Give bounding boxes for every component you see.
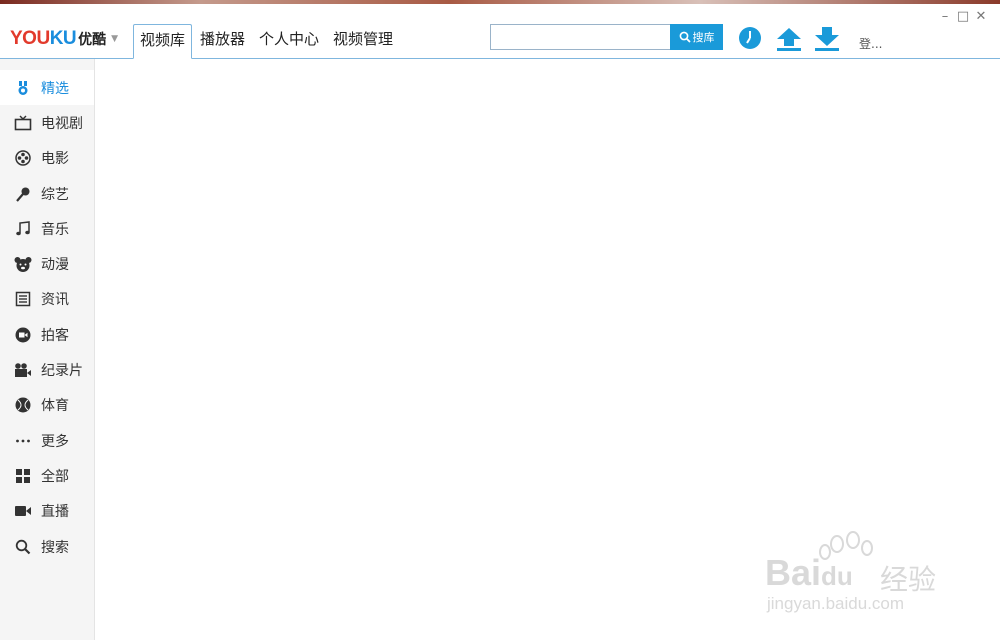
music-note-icon bbox=[13, 219, 33, 239]
watermark-url: jingyan.baidu.com bbox=[767, 594, 905, 613]
download-arrow-icon[interactable] bbox=[814, 26, 840, 56]
sidebar-item-all[interactable]: 全部 bbox=[0, 458, 94, 493]
sidebar-item-news[interactable]: 资讯 bbox=[0, 282, 94, 317]
search-icon bbox=[679, 31, 691, 43]
header-bar: YOUKU 优酷 ▼ 视频库 播放器 个人中心 视频管理 搜库 登... – □… bbox=[0, 4, 1000, 59]
sidebar-item-label: 资讯 bbox=[41, 292, 69, 309]
sidebar-item-tv-series[interactable]: 电视剧 bbox=[0, 105, 94, 140]
medal-icon bbox=[13, 78, 33, 98]
baidu-jingyan-watermark: Baidu 经验 jingyan.baidu.com bbox=[765, 530, 955, 620]
search-box: 搜库 bbox=[490, 24, 723, 50]
search-button-label: 搜库 bbox=[692, 31, 715, 44]
watermark-brand: Baidu bbox=[765, 552, 853, 593]
sidebar-item-more[interactable]: 更多 bbox=[0, 423, 94, 458]
window-controls: – □ ✕ bbox=[936, 10, 990, 24]
tab-video-management[interactable]: 视频管理 bbox=[327, 24, 399, 56]
sidebar-item-label: 纪录片 bbox=[41, 363, 83, 380]
sidebar-item-label: 搜索 bbox=[41, 539, 69, 556]
tab-player[interactable]: 播放器 bbox=[194, 24, 251, 56]
ball-icon bbox=[13, 395, 33, 415]
sidebar-item-label: 电影 bbox=[41, 151, 69, 168]
sidebar-item-label: 电视剧 bbox=[41, 115, 83, 132]
maximize-icon[interactable]: □ bbox=[954, 10, 972, 24]
main-nav: 视频库 播放器 个人中心 视频管理 bbox=[133, 24, 401, 59]
sidebar-item-label: 拍客 bbox=[41, 327, 69, 344]
sidebar-item-variety[interactable]: 综艺 bbox=[0, 176, 94, 211]
more-dots-icon bbox=[13, 431, 33, 451]
search-button[interactable]: 搜库 bbox=[670, 24, 723, 50]
sidebar-item-music[interactable]: 音乐 bbox=[0, 211, 94, 246]
chevron-down-icon[interactable]: ▼ bbox=[111, 34, 118, 44]
sidebar-item-featured[interactable]: 精选 bbox=[0, 70, 94, 106]
tab-video-library[interactable]: 视频库 bbox=[133, 24, 193, 59]
sidebar-item-search[interactable]: 搜索 bbox=[0, 529, 94, 564]
login-link[interactable]: 登... bbox=[859, 35, 882, 52]
bear-face-icon bbox=[13, 254, 33, 274]
clock-icon[interactable] bbox=[738, 26, 762, 54]
sidebar-item-label: 全部 bbox=[41, 468, 69, 485]
sidebar-item-paike[interactable]: 拍客 bbox=[0, 317, 94, 352]
sidebar-item-label: 音乐 bbox=[41, 221, 69, 238]
search-input[interactable] bbox=[490, 24, 670, 50]
sidebar-item-documentary[interactable]: 纪录片 bbox=[0, 352, 94, 387]
sidebar: 精选 电视剧 电影 综艺 音乐 动漫 资讯 拍客 纪录片 体育 更多 全部 直播… bbox=[0, 59, 95, 640]
sidebar-item-label: 动漫 bbox=[41, 257, 69, 274]
grid-icon bbox=[13, 466, 33, 486]
sidebar-item-label: 精选 bbox=[41, 80, 69, 97]
sidebar-item-label: 更多 bbox=[41, 433, 69, 450]
upload-arrow-icon[interactable] bbox=[776, 26, 802, 56]
youku-logo[interactable]: YOUKU 优酷 ▼ bbox=[10, 27, 118, 51]
search-icon bbox=[13, 537, 33, 557]
sidebar-item-label: 综艺 bbox=[41, 186, 69, 203]
logo-cn-text: 优酷 bbox=[78, 32, 107, 48]
tv-icon bbox=[13, 113, 33, 133]
movie-camera-icon bbox=[13, 360, 33, 380]
film-reel-icon bbox=[13, 148, 33, 168]
close-icon[interactable]: ✕ bbox=[972, 10, 990, 24]
tab-personal-center[interactable]: 个人中心 bbox=[253, 24, 325, 56]
watermark-cn: 经验 bbox=[880, 563, 937, 596]
sidebar-item-anime[interactable]: 动漫 bbox=[0, 246, 94, 281]
sidebar-item-sports[interactable]: 体育 bbox=[0, 388, 94, 423]
sidebar-item-live[interactable]: 直播 bbox=[0, 494, 94, 529]
newspaper-icon bbox=[13, 289, 33, 309]
sidebar-item-label: 直播 bbox=[41, 504, 69, 521]
microphone-icon bbox=[13, 184, 33, 204]
minimize-icon[interactable]: – bbox=[936, 10, 954, 24]
camera-circle-icon bbox=[13, 325, 33, 345]
sidebar-item-movies[interactable]: 电影 bbox=[0, 141, 94, 176]
video-camera-icon bbox=[13, 501, 33, 521]
sidebar-item-label: 体育 bbox=[41, 398, 69, 415]
